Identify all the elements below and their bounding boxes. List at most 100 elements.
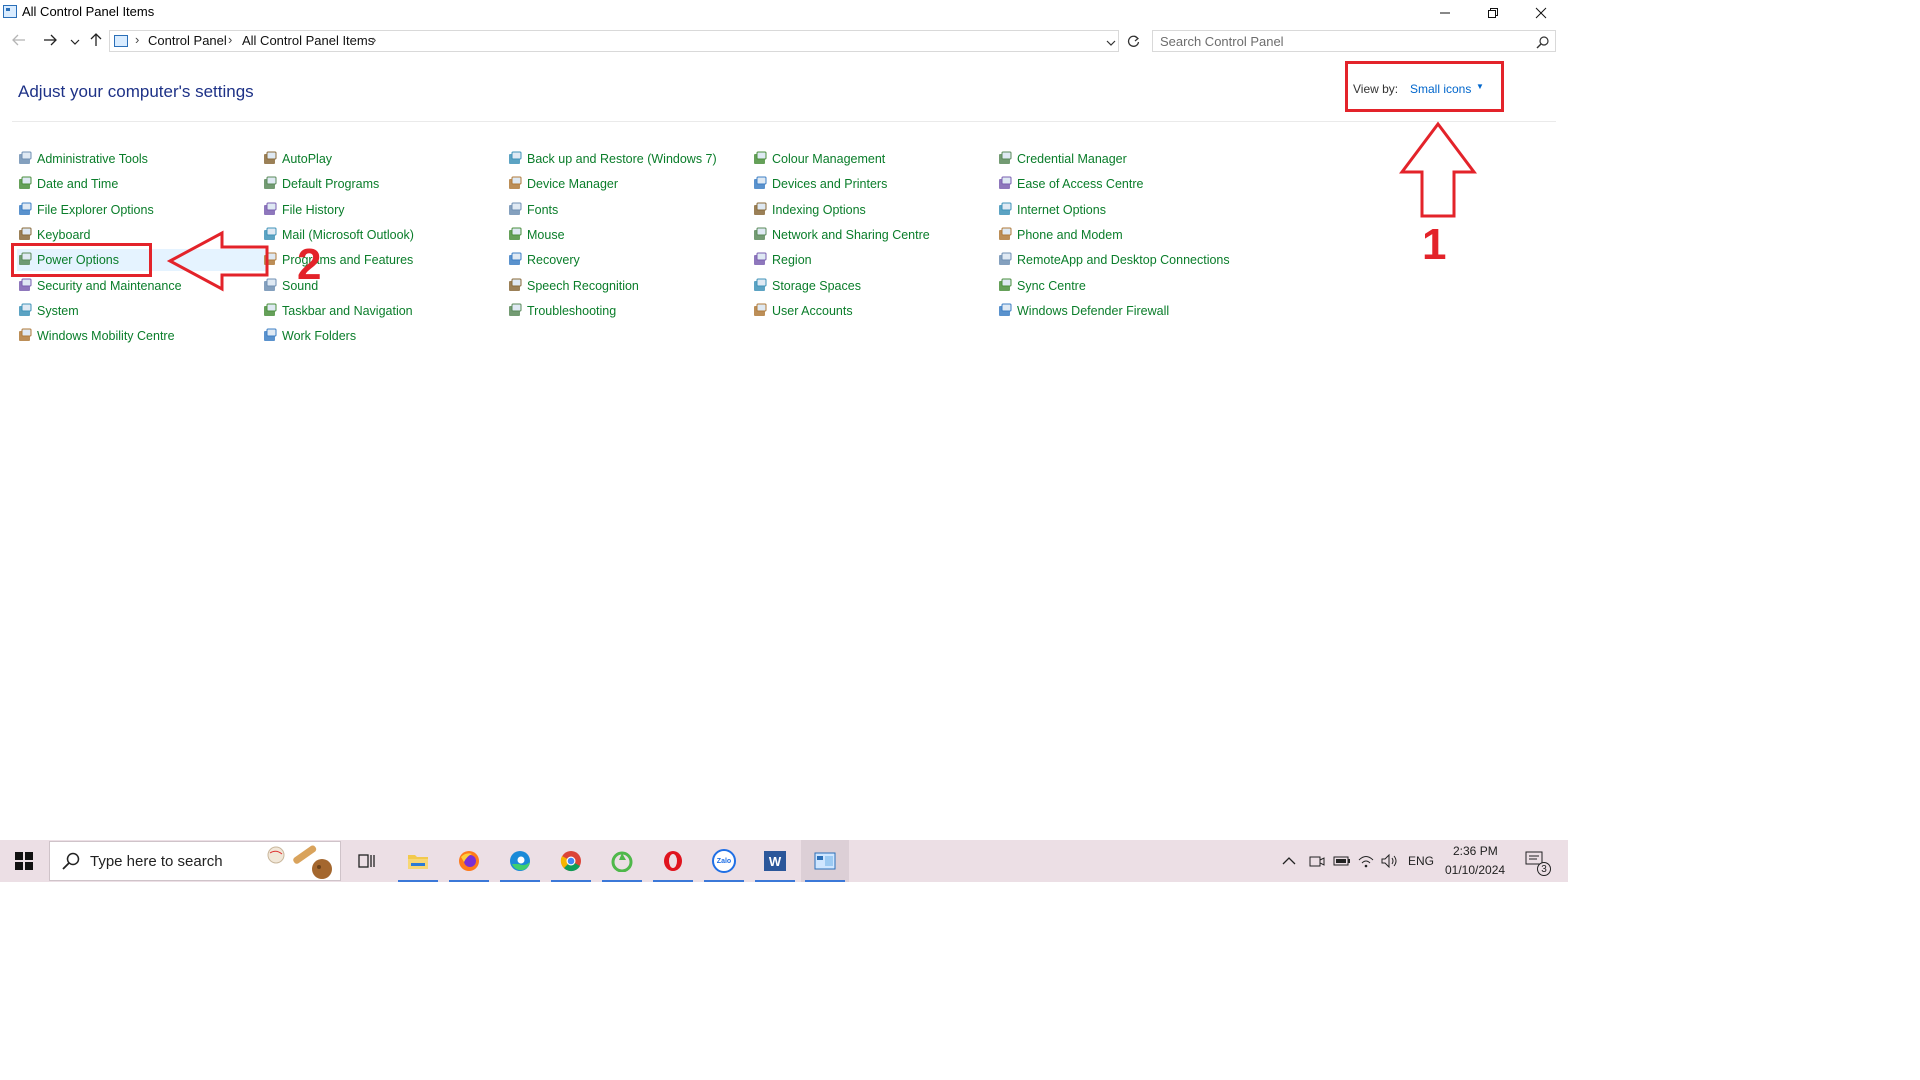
control-panel-item-back-up-and-restore-windows-7[interactable]: Back up and Restore (Windows 7) <box>507 148 747 170</box>
control-panel-item-label: File Explorer Options <box>37 202 154 217</box>
address-dropdown-button[interactable] <box>1106 33 1116 50</box>
close-icon <box>1535 7 1547 19</box>
back-button[interactable] <box>9 30 29 50</box>
control-panel-item-windows-mobility-centre[interactable]: Windows Mobility Centre <box>17 325 257 347</box>
control-panel-item-storage-spaces[interactable]: Storage Spaces <box>752 275 992 297</box>
control-panel-item-label: Ease of Access Centre <box>1017 177 1144 192</box>
wifi-icon <box>1358 856 1374 868</box>
up-button[interactable] <box>86 30 106 51</box>
control-panel-item-autoplay[interactable]: AutoPlay <box>262 148 502 170</box>
annotation-arrow-up <box>1399 121 1477 218</box>
chevron-right-icon[interactable]: › <box>228 32 232 47</box>
control-panel-icon <box>3 5 17 18</box>
control-panel-item-label: Taskbar and Navigation <box>282 303 413 318</box>
control-panel-item-work-folders[interactable]: Work Folders <box>262 325 502 347</box>
storage-spaces-icon <box>752 278 768 294</box>
control-panel-item-administrative-tools[interactable]: Administrative Tools <box>17 148 257 170</box>
start-button[interactable] <box>0 840 48 882</box>
control-panel-item-internet-options[interactable]: Internet Options <box>997 199 1237 221</box>
device-manager-icon <box>507 176 523 192</box>
notifications-button[interactable]: 3 <box>1525 840 1551 882</box>
control-panel-item-label: User Accounts <box>772 303 853 318</box>
control-panel-item-credential-manager[interactable]: Credential Manager <box>997 148 1237 170</box>
control-panel-item-label: Indexing Options <box>772 202 866 217</box>
forward-button[interactable] <box>40 30 60 50</box>
control-panel-item-label: Date and Time <box>37 177 119 192</box>
show-hidden-icons-button[interactable] <box>1282 840 1296 882</box>
control-panel-item-colour-management[interactable]: Colour Management <box>752 148 992 170</box>
control-panel-item-device-manager[interactable]: Device Manager <box>507 173 747 195</box>
control-panel-item-label: Troubleshooting <box>527 303 617 318</box>
chrome-button[interactable] <box>547 840 595 882</box>
recent-locations-button[interactable] <box>65 30 85 50</box>
battery-button[interactable] <box>1333 840 1351 882</box>
control-panel-item-system[interactable]: System <box>17 300 257 322</box>
zalo-button[interactable]: Zalo <box>700 840 748 882</box>
search-input[interactable] <box>1153 31 1530 51</box>
control-panel-item-taskbar-and-navigation[interactable]: Taskbar and Navigation <box>262 300 502 322</box>
minimize-button[interactable] <box>1422 0 1468 26</box>
word-button[interactable]: W <box>751 840 799 882</box>
control-panel-item-sync-centre[interactable]: Sync Centre <box>997 275 1237 297</box>
refresh-button[interactable] <box>1122 30 1144 52</box>
clock-time[interactable]: 2:36 PM <box>1453 844 1498 858</box>
default-programs-icon <box>262 176 278 192</box>
control-panel-item-label: Devices and Printers <box>772 177 888 192</box>
control-panel-item-phone-and-modem[interactable]: Phone and Modem <box>997 224 1237 246</box>
control-panel-item-speech-recognition[interactable]: Speech Recognition <box>507 275 747 297</box>
control-panel-item-recovery[interactable]: Recovery <box>507 249 747 271</box>
control-panel-item-file-history[interactable]: File History <box>262 199 502 221</box>
indexing-options-icon <box>752 202 768 218</box>
edge-button[interactable] <box>496 840 544 882</box>
control-panel-item-fonts[interactable]: Fonts <box>507 199 747 221</box>
control-panel-item-ease-of-access-centre[interactable]: Ease of Access Centre <box>997 173 1237 195</box>
control-panel-item-region[interactable]: Region <box>752 249 992 271</box>
battery-icon <box>1333 856 1350 866</box>
opera-button[interactable] <box>649 840 697 882</box>
devices-and-printers-icon <box>752 176 768 192</box>
green-app-button[interactable] <box>598 840 646 882</box>
control-panel-item-file-explorer-options[interactable]: File Explorer Options <box>17 199 257 221</box>
breadcrumb-control-panel[interactable]: Control Panel <box>148 33 227 48</box>
control-panel-item-label: File History <box>282 202 345 217</box>
up-arrow-icon <box>90 33 102 46</box>
taskbar-search-placeholder: Type here to search <box>90 853 223 870</box>
close-button[interactable] <box>1518 0 1564 26</box>
system-icon <box>17 303 33 319</box>
control-panel-item-label: Windows Mobility Centre <box>37 329 175 344</box>
control-panel-item-label: Work Folders <box>282 329 357 344</box>
chevron-right-icon[interactable]: › <box>372 32 376 47</box>
divider <box>12 121 1556 122</box>
control-panel-item-remoteapp-and-desktop-connections[interactable]: RemoteApp and Desktop Connections <box>997 249 1237 271</box>
chevron-right-icon[interactable]: › <box>135 32 139 47</box>
file-history-icon <box>262 202 278 218</box>
restore-button[interactable] <box>1470 0 1516 26</box>
annotation-box-power-options <box>11 243 152 277</box>
control-panel-item-network-and-sharing-centre[interactable]: Network and Sharing Centre <box>752 224 992 246</box>
volume-button[interactable] <box>1381 840 1399 882</box>
control-panel-item-troubleshooting[interactable]: Troubleshooting <box>507 300 747 322</box>
firefox-button[interactable] <box>445 840 493 882</box>
clock-date[interactable]: 01/10/2024 <box>1445 863 1505 877</box>
control-panel-item-indexing-options[interactable]: Indexing Options <box>752 199 992 221</box>
taskbar-search-box[interactable]: Type here to search <box>49 841 341 881</box>
network-button[interactable] <box>1358 840 1374 882</box>
search-icon[interactable] <box>1536 33 1549 52</box>
control-panel-item-default-programs[interactable]: Default Programs <box>262 173 502 195</box>
control-panel-item-user-accounts[interactable]: User Accounts <box>752 300 992 322</box>
control-panel-item-date-and-time[interactable]: Date and Time <box>17 173 257 195</box>
meet-now-button[interactable] <box>1309 840 1325 882</box>
task-view-button[interactable] <box>343 840 391 882</box>
back-up-and-restore-windows-7-icon <box>507 151 523 167</box>
control-panel-item-mouse[interactable]: Mouse <box>507 224 747 246</box>
file-explorer-button[interactable] <box>394 840 442 882</box>
control-panel-item-devices-and-printers[interactable]: Devices and Printers <box>752 173 992 195</box>
input-language-indicator[interactable]: ENG <box>1408 840 1434 882</box>
search-box[interactable] <box>1152 30 1556 52</box>
breadcrumb-all-control-panel-items[interactable]: All Control Panel Items <box>242 33 374 48</box>
control-panel-item-windows-defender-firewall[interactable]: Windows Defender Firewall <box>997 300 1237 322</box>
control-panel-taskbar-button[interactable] <box>801 840 849 882</box>
address-bar[interactable]: › Control Panel › All Control Panel Item… <box>109 30 1119 52</box>
colour-management-icon <box>752 151 768 167</box>
control-panel-item-label: Recovery <box>527 253 580 268</box>
